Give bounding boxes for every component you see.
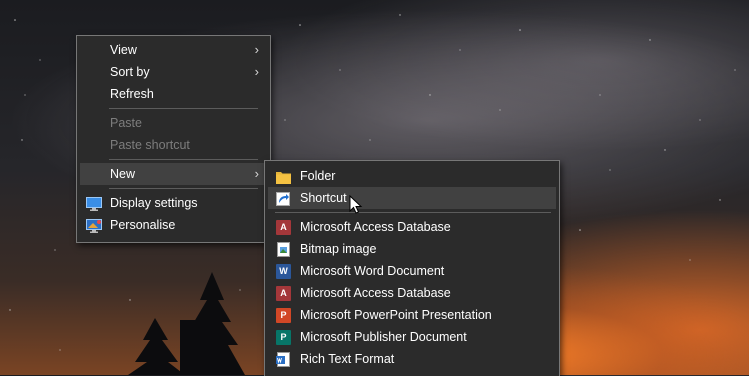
menu-item-label: Paste shortcut xyxy=(110,138,190,152)
submenu-item-label: Microsoft Word Document xyxy=(300,264,445,278)
menu-item-label: Sort by xyxy=(110,65,150,79)
menu-item-paste: Paste xyxy=(80,112,267,134)
menu-item-label: Paste xyxy=(110,116,142,130)
menu-item-label: View xyxy=(110,43,137,57)
menu-separator xyxy=(275,212,551,213)
bitmap-icon xyxy=(276,242,291,257)
submenu-item-label: Shortcut xyxy=(300,191,347,205)
submenu-item-folder[interactable]: Folder xyxy=(268,165,556,187)
menu-item-label: Refresh xyxy=(110,87,154,101)
monitor-icon xyxy=(86,196,102,211)
chevron-right-icon: › xyxy=(254,42,259,57)
menu-item-display-settings[interactable]: Display settings xyxy=(80,192,267,214)
submenu-item-access-database[interactable]: A Microsoft Access Database xyxy=(268,216,556,238)
word-icon: W xyxy=(276,264,291,279)
menu-item-refresh[interactable]: Refresh xyxy=(80,83,267,105)
submenu-item-label: Rich Text Format xyxy=(300,352,395,366)
submenu-item-label: Microsoft PowerPoint Presentation xyxy=(300,308,492,322)
submenu-item-label: Folder xyxy=(300,169,336,183)
submenu-item-shortcut[interactable]: Shortcut xyxy=(268,187,556,209)
submenu-item-label: Microsoft Access Database xyxy=(300,220,451,234)
submenu-item-label: Microsoft Publisher Document xyxy=(300,330,467,344)
menu-item-label: New xyxy=(110,167,136,181)
personalise-icon xyxy=(86,218,102,233)
folder-icon xyxy=(276,169,291,184)
submenu-item-rich-text-format[interactable]: Rich Text Format xyxy=(268,348,556,370)
powerpoint-icon: P xyxy=(276,308,291,323)
publisher-icon: P xyxy=(276,330,291,345)
mouse-cursor-icon xyxy=(349,195,363,214)
menu-item-personalise[interactable]: Personalise xyxy=(80,214,267,236)
menu-item-new[interactable]: New › xyxy=(80,163,267,185)
access-icon: A xyxy=(276,286,291,301)
submenu-item-label: Bitmap image xyxy=(300,242,377,256)
submenu-item-publisher-document[interactable]: P Microsoft Publisher Document xyxy=(268,326,556,348)
submenu-item-word-document[interactable]: W Microsoft Word Document xyxy=(268,260,556,282)
menu-separator xyxy=(109,188,258,189)
menu-item-label: Display settings xyxy=(110,196,198,210)
menu-separator xyxy=(109,108,258,109)
submenu-item-bitmap-image[interactable]: Bitmap image xyxy=(268,238,556,260)
menu-item-label: Personalise xyxy=(110,218,176,232)
wordpad-icon xyxy=(276,352,291,367)
shortcut-icon xyxy=(276,191,291,206)
menu-separator xyxy=(109,159,258,160)
menu-item-view[interactable]: View › xyxy=(80,39,267,61)
chevron-right-icon: › xyxy=(254,166,259,181)
chevron-right-icon: › xyxy=(254,64,259,79)
submenu-item-label: Microsoft Access Database xyxy=(300,286,451,300)
menu-item-sort-by[interactable]: Sort by › xyxy=(80,61,267,83)
new-submenu: Folder Shortcut A Microsoft Access Datab… xyxy=(264,160,560,376)
desktop-context-menu: View › Sort by › Refresh Paste Paste sho… xyxy=(76,35,271,243)
submenu-item-access-database-2[interactable]: A Microsoft Access Database xyxy=(268,282,556,304)
menu-item-paste-shortcut: Paste shortcut xyxy=(80,134,267,156)
access-icon: A xyxy=(276,220,291,235)
submenu-item-powerpoint-presentation[interactable]: P Microsoft PowerPoint Presentation xyxy=(268,304,556,326)
